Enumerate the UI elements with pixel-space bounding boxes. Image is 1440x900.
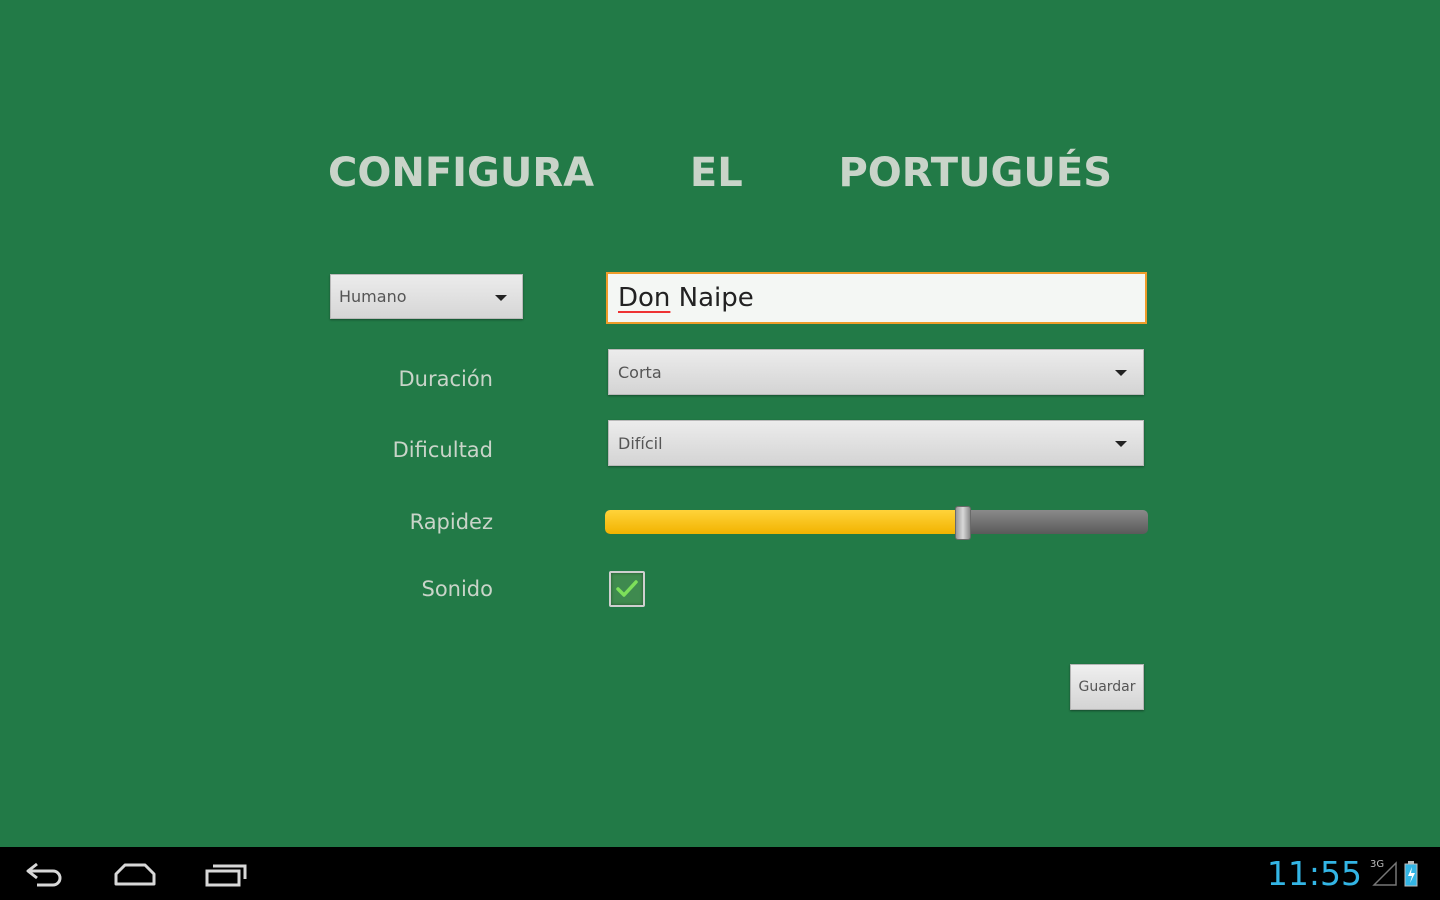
speed-label: Rapidez (409, 510, 493, 534)
player-name-second-word: Naipe (670, 283, 754, 313)
dropdown-arrow-icon (495, 295, 507, 301)
recent-apps-button[interactable] (196, 857, 256, 891)
system-navigation-bar: 11:55 3G (0, 847, 1440, 900)
speed-slider-thumb[interactable] (955, 506, 971, 540)
back-button[interactable] (15, 857, 75, 891)
signal-icon (1372, 861, 1397, 886)
dropdown-arrow-icon (1115, 370, 1127, 376)
duration-select[interactable]: Corta (608, 349, 1144, 395)
duration-value: Corta (618, 362, 662, 382)
status-icons: 3G (1370, 859, 1422, 889)
difficulty-select[interactable]: Difícil (608, 420, 1144, 466)
sound-checkbox[interactable] (609, 571, 645, 607)
recent-apps-icon (205, 864, 247, 887)
duration-label: Duración (398, 367, 493, 391)
status-clock: 11:55 (1266, 854, 1362, 893)
back-icon (26, 862, 62, 887)
checkmark-icon (616, 580, 638, 597)
battery-icon (1404, 861, 1418, 887)
difficulty-value: Difícil (618, 433, 663, 453)
settings-screen: CONFIGURA EL PORTUGUÉS Humano Don Naipe … (0, 0, 1440, 847)
dropdown-arrow-icon (1115, 441, 1127, 447)
home-icon (114, 863, 156, 886)
sound-label: Sonido (421, 577, 493, 601)
player-type-select[interactable]: Humano (330, 274, 523, 319)
player-type-value: Humano (339, 287, 407, 306)
page-title: CONFIGURA EL PORTUGUÉS (327, 150, 1112, 196)
speed-slider-track[interactable] (605, 510, 1148, 534)
speed-slider-fill (605, 510, 963, 534)
player-name-first-word: Don (618, 283, 671, 313)
difficulty-label: Dificultad (392, 438, 493, 462)
player-name-input[interactable]: Don Naipe (606, 272, 1147, 324)
home-button[interactable] (105, 857, 165, 891)
save-button[interactable]: Guardar (1070, 664, 1144, 710)
